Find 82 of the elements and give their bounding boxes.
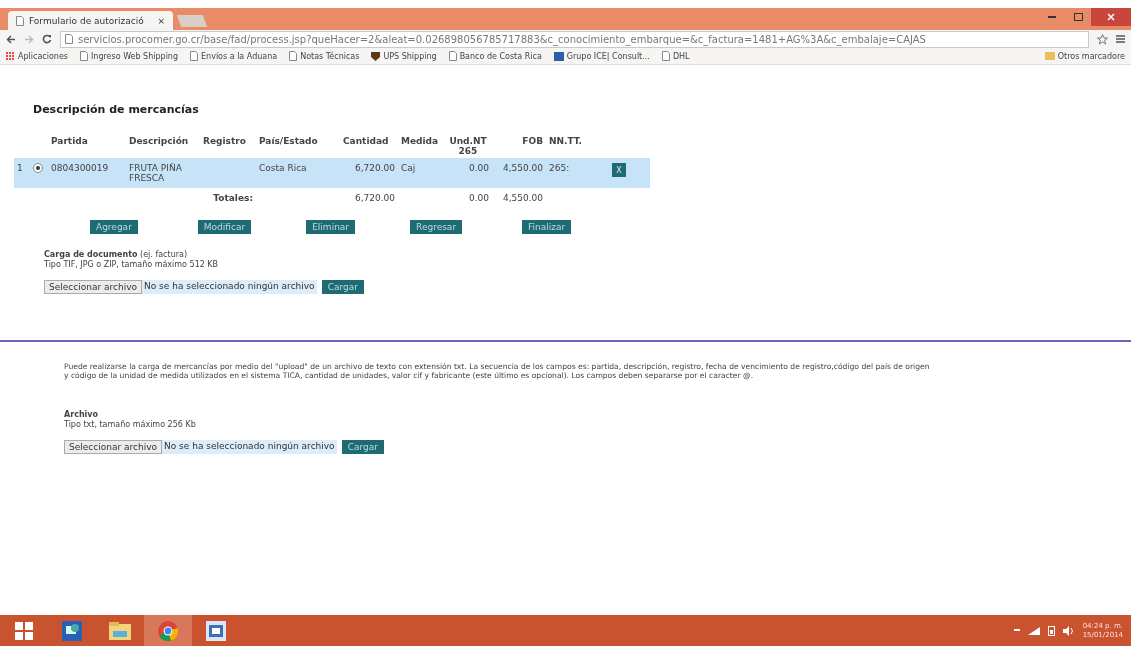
action-button[interactable]: Agregar (90, 220, 138, 234)
delete-row-button[interactable]: X (612, 163, 626, 177)
bookmark-link[interactable]: Aplicaciones (6, 51, 68, 61)
column-header: Cantidad (342, 135, 390, 148)
column-header: País/Estado (258, 135, 319, 148)
page-icon (448, 51, 457, 61)
table-row[interactable]: 1 0804300019 FRUTA PIÑA FRESCA Costa Rica 6,720.00 Caj 0.00 4,550.00 265: X (14, 158, 650, 188)
row-number: 1 (16, 162, 24, 175)
page-icon (16, 15, 24, 26)
total-cell-text: 0.00 (467, 192, 490, 205)
column-header: Und.NT 265 (448, 135, 488, 158)
action-button[interactable]: Regresar (410, 220, 463, 234)
star-icon[interactable] (1097, 33, 1108, 45)
action-button[interactable]: Finalizar (522, 220, 572, 234)
section-title: Archivo (64, 410, 99, 419)
total-cell-text: 6,720.00 (353, 192, 396, 205)
column-header: Registro (202, 135, 247, 148)
table-cell-text: 0.00 (467, 162, 490, 175)
action-button[interactable]: Eliminar (306, 220, 356, 234)
total-cell-text: 4,550.00 (501, 192, 544, 205)
upload-button[interactable]: Cargar (341, 440, 384, 454)
apps-grid-icon (6, 51, 15, 61)
close-tab-button[interactable]: × (157, 15, 165, 26)
folder-icon[interactable] (109, 621, 131, 640)
speaker-icon[interactable] (1062, 625, 1075, 636)
totals-label: Totales: (212, 192, 254, 205)
column-header: Descripción (128, 135, 190, 148)
file-status-text: No se ha seleccionado ningún archivo (162, 440, 337, 454)
table-cell-text: Costa Rica (258, 162, 308, 175)
bookmark-link[interactable]: DHL (661, 51, 690, 61)
chevron-icon[interactable] (1013, 629, 1020, 632)
remote-desktop-icon[interactable] (62, 620, 82, 641)
page-icon (661, 51, 670, 61)
file-type-note: Tipo TIF, JPG o ZIP, tamaño máximo 512 KB (44, 260, 220, 270)
signal-icon[interactable] (1027, 626, 1040, 635)
column-header: Medida (400, 135, 440, 148)
page-icon (190, 51, 198, 61)
back-icon[interactable] (6, 34, 16, 44)
windows-logo-icon[interactable] (15, 621, 33, 640)
table-cell-text: 265: (548, 162, 571, 175)
url-text: servicios.procomer.go.cr/base/fad/process.jsp?queHacer=2&aleat=0.026898056785717883&c_conocimiento_embarque=&c_factura=1481+AG%3A&c_embalaje=CAJAS (78, 33, 926, 45)
battery-icon[interactable] (1047, 625, 1055, 636)
upload-button[interactable]: Cargar (321, 280, 364, 294)
browser-tab[interactable]: Formulario de autorizació × (8, 11, 173, 30)
bookmark-link[interactable]: Banco de Costa Rica (448, 51, 542, 61)
table-cell-text: 0804300019 (50, 162, 110, 175)
reload-icon[interactable] (42, 34, 52, 44)
address-bar[interactable]: servicios.procomer.go.cr/base/fad/process.jsp?queHacer=2&aleat=0.026898056785717883&c_conocimiento_embarque=&c_factura=1481+AG%3A&c_embalaje=CAJAS (60, 30, 1089, 48)
bookmark-link[interactable]: Envíos a la Aduana (190, 51, 278, 61)
document-app-icon[interactable] (206, 620, 226, 641)
bookmark-link[interactable]: Grupo ICE| Consult... (553, 51, 650, 61)
choose-file-button[interactable]: Seleccionar archivo (44, 280, 142, 294)
page-heading: Descripción de mercancías (33, 103, 200, 116)
column-header: NN.TT. (548, 135, 584, 148)
other-bookmarks-link[interactable]: Otros marcadore (1044, 51, 1125, 61)
section-title: Carga de documento (44, 250, 138, 259)
file-type-note: Tipo txt, tamaño máximo 256 Kb (64, 420, 197, 430)
hint-text: (ej. factura) (140, 250, 188, 259)
bookmark-link[interactable]: Notas Técnicas (289, 51, 360, 61)
shield-icon (371, 51, 381, 61)
page-icon (289, 51, 298, 61)
folder-icon (1044, 52, 1055, 60)
choose-file-button[interactable]: Seleccionar archivo (64, 440, 162, 454)
file-status-text: No se ha seleccionado ningún archivo (142, 280, 317, 294)
table-cell-text: Caj (400, 162, 417, 175)
tile-icon (553, 51, 564, 61)
close-icon[interactable] (1107, 13, 1115, 21)
bookmark-link[interactable]: Ingreso Web Shipping (80, 51, 178, 61)
minimize-icon[interactable] (1048, 15, 1056, 19)
bookmark-link[interactable]: UPS Shipping (371, 51, 437, 61)
table-cell-text: FRUTA PIÑA FRESCA (128, 162, 183, 185)
row-radio[interactable] (33, 163, 43, 173)
table-cell-text: 4,550.00 (501, 162, 544, 175)
maximize-icon[interactable] (1073, 13, 1083, 21)
taskbar-active-slot[interactable] (144, 615, 192, 646)
table-cell-text: 6,720.00 (353, 162, 396, 175)
menu-icon[interactable] (1116, 35, 1125, 43)
column-header: FOB (521, 135, 544, 148)
browser-icon[interactable] (157, 619, 179, 642)
action-button[interactable]: Modificar (197, 220, 252, 234)
column-header: Partida (50, 135, 89, 148)
tab-title: Formulario de autorizació (29, 15, 145, 26)
